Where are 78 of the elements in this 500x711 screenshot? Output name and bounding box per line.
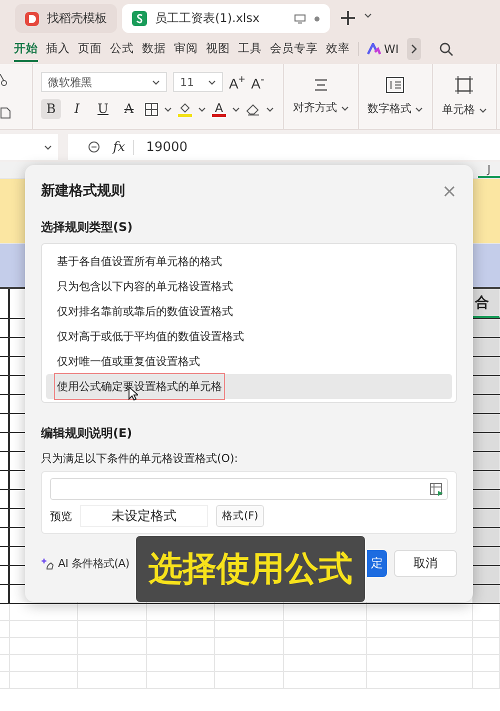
formula-value: 19000: [146, 140, 188, 154]
eraser-icon[interactable]: [246, 102, 260, 116]
underline-button[interactable]: U: [93, 99, 113, 119]
menu-tab[interactable]: 数据: [142, 36, 166, 62]
new-tab-icon[interactable]: [341, 11, 355, 25]
ai-condition-format-button[interactable]: AI 条件格式(A): [58, 556, 130, 571]
font-size-dropdown[interactable]: 11: [173, 72, 223, 92]
caret-icon: [340, 106, 348, 111]
caret-icon: [164, 106, 172, 112]
increase-font-button[interactable]: A$^{+}$: [229, 72, 246, 92]
italic-button[interactable]: I: [67, 99, 87, 119]
menu-tab[interactable]: 公式: [110, 36, 134, 62]
document-tab[interactable]: 找稻壳模板: [15, 4, 117, 33]
menu-tab[interactable]: 插入: [46, 36, 70, 62]
section-heading: 编辑规则说明(E): [41, 425, 134, 442]
formula-input[interactable]: fx 19000: [68, 134, 500, 160]
menu-tab[interactable]: 会员专享: [270, 36, 318, 62]
scroll-right-button[interactable]: [406, 38, 421, 60]
video-caption: 选择使用公式: [148, 548, 352, 591]
cancel-button[interactable]: 取消: [394, 550, 457, 577]
number-format-icon: [386, 77, 404, 93]
font-name-dropdown[interactable]: 微软雅黑: [41, 72, 167, 92]
caret-icon: [208, 80, 216, 84]
number-menu-button[interactable]: 数字格式: [368, 101, 423, 116]
section-heading: 选择规则类型(S): [41, 219, 134, 236]
preview-box: 未设定格式: [80, 505, 208, 527]
range-select-icon[interactable]: [430, 482, 443, 496]
zoom-icon[interactable]: [88, 140, 101, 154]
dot-icon: [314, 16, 320, 22]
ai-sparkle-icon: [41, 556, 55, 570]
caret-icon: [364, 13, 372, 18]
monitor-icon: [294, 14, 306, 24]
format-button[interactable]: 格式(F): [216, 505, 264, 527]
menu-tab[interactable]: 工具: [238, 36, 262, 62]
paste-icon[interactable]: [0, 105, 12, 120]
menu-tab[interactable]: 页面: [78, 36, 102, 62]
function-button[interactable]: fx: [113, 140, 134, 154]
chevron-right-icon: [410, 44, 417, 54]
caret-icon: [232, 106, 240, 112]
formula-field[interactable]: [50, 478, 448, 500]
caret-icon: [478, 108, 486, 113]
rule-type-option[interactable]: 基于各自值设置所有单元格的格式: [46, 249, 452, 274]
bold-button[interactable]: B: [41, 99, 61, 119]
rule-type-option[interactable]: 仅对排名靠前或靠后的数值设置格式: [46, 299, 452, 324]
spreadsheet-logo-icon: [132, 11, 147, 26]
cell-icon: [455, 76, 474, 94]
font-color-button[interactable]: A: [212, 102, 226, 116]
align-menu-button[interactable]: 对齐方式: [293, 100, 348, 115]
caret-icon: [152, 80, 160, 84]
borders-icon[interactable]: [145, 102, 158, 116]
menu-tab[interactable]: 开始: [14, 36, 38, 62]
rule-type-option[interactable]: 仅对高于或低于平均值的数值设置格式: [46, 324, 452, 349]
dialog-title: 新建格式规则: [41, 182, 125, 200]
menu-tab[interactable]: 审阅: [174, 36, 198, 62]
name-box[interactable]: [0, 134, 58, 160]
caret-icon: [266, 106, 274, 112]
scissors-icon[interactable]: [0, 74, 8, 86]
condition-label: 只为满足以下条件的单元格设置格式(O):: [41, 451, 239, 466]
search-icon[interactable]: [438, 42, 454, 56]
table-cell: 合: [475, 294, 489, 312]
ok-button[interactable]: 定: [367, 550, 387, 577]
rule-type-option[interactable]: 只为包含以下内容的单元格设置格式: [46, 274, 452, 299]
caret-icon: [198, 106, 206, 112]
menu-tab[interactable]: 视图: [206, 36, 230, 62]
document-tab[interactable]: 员工工资表(1).xlsx: [122, 4, 330, 33]
ai-logo-icon: [367, 43, 381, 55]
caret-icon: [44, 144, 52, 150]
preview-label: 预览: [50, 508, 72, 524]
strike-button[interactable]: A: [119, 99, 139, 119]
rule-type-option[interactable]: 仅对唯一值或重复值设置格式: [46, 349, 452, 374]
docer-logo-icon: [25, 12, 39, 26]
cell-menu-button[interactable]: 单元格: [442, 102, 486, 117]
fill-color-icon[interactable]: [178, 102, 192, 116]
ai-menu-tab[interactable]: WI: [384, 42, 399, 56]
menu-tab[interactable]: 效率: [326, 36, 350, 62]
decrease-font-button[interactable]: A$^{-}$: [251, 72, 264, 92]
align-icon: [314, 78, 328, 92]
caret-icon: [415, 107, 423, 112]
